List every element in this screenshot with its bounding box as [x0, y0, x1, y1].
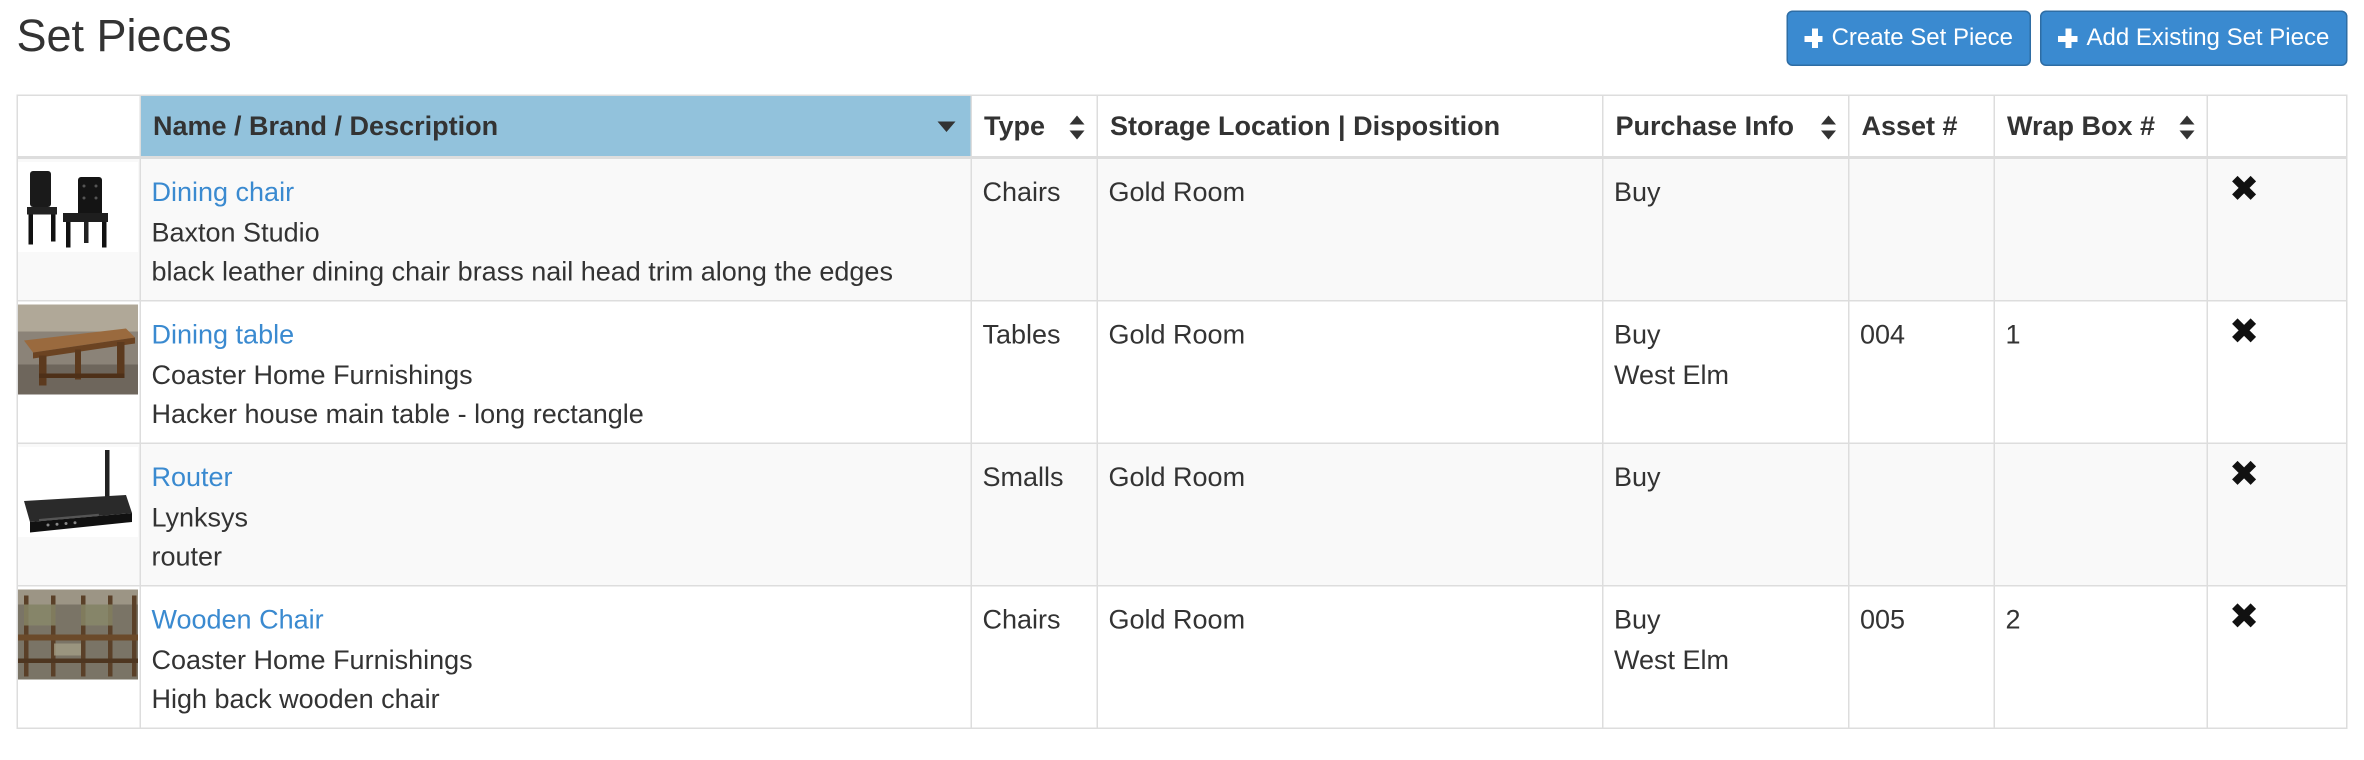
column-header-type-label: Type — [984, 110, 1046, 141]
page-title: Set Pieces — [16, 12, 232, 62]
column-header-actions — [2206, 94, 2348, 159]
table-row: Dining chair Baxton Studio black leather… — [16, 156, 2348, 302]
thumbnail-cell — [16, 442, 141, 587]
purchase-cell: Buy West Elm — [1602, 300, 1850, 444]
purchase-cell: Buy — [1602, 156, 1850, 302]
column-header-asset-label: Asset # — [1861, 110, 1958, 141]
purchase-type-text: Buy — [1614, 604, 1661, 635]
purchase-type-text: Buy — [1614, 319, 1661, 350]
thumbnail-cell — [16, 585, 141, 729]
column-header-wrapbox[interactable]: Wrap Box # — [1993, 94, 2208, 159]
purchase-type-text: Buy — [1614, 462, 1661, 492]
description-text: Hacker house main table - long rectangle — [151, 399, 644, 429]
name-cell: Wooden Chair Coaster Home Furnishings Hi… — [139, 585, 972, 729]
dining-chair-image — [18, 162, 138, 252]
create-set-piece-label: Create Set Piece — [1831, 25, 2013, 52]
wrapbox-cell — [1993, 156, 2208, 302]
asset-cell — [1848, 156, 1995, 302]
description-text: black leather dining chair brass nail he… — [151, 256, 893, 287]
brand-text: Baxton Studio — [151, 216, 320, 247]
wrapbox-cell — [1993, 442, 2208, 587]
name-cell: Dining chair Baxton Studio black leather… — [139, 156, 972, 302]
type-cell: Smalls — [970, 442, 1098, 587]
column-header-asset: Asset # — [1848, 94, 1995, 159]
table-row: Dining table Coaster Home Furnishings Ha… — [16, 300, 2348, 444]
wrapbox-cell: 1 — [1993, 300, 2208, 444]
table-row: Router Lynksys router Smalls Gold Room B… — [16, 442, 2348, 587]
purchase-cell: Buy — [1602, 442, 1850, 587]
column-header-purchase[interactable]: Purchase Info — [1602, 94, 1850, 159]
storage-cell: Gold Room — [1096, 156, 1604, 302]
column-header-storage-label: Storage Location | Disposition — [1110, 110, 1501, 141]
add-existing-set-piece-label: Add Existing Set Piece — [2086, 25, 2330, 52]
vendor-text: West Elm — [1614, 644, 1730, 675]
description-text: High back wooden chair — [151, 684, 440, 714]
wrapbox-cell: 2 — [1993, 585, 2208, 729]
set-pieces-table: Name / Brand / Description Type Storage … — [16, 94, 2348, 729]
column-header-image — [16, 94, 141, 159]
storage-cell: Gold Room — [1096, 585, 1604, 729]
type-cell: Chairs — [970, 585, 1098, 729]
name-cell: Router Lynksys router — [139, 442, 972, 587]
remove-icon[interactable]: ✖ — [2229, 457, 2336, 494]
dining-table-image — [18, 304, 138, 395]
set-piece-name-link[interactable]: Dining chair — [152, 173, 961, 213]
brand-text: Coaster Home Furnishings — [151, 644, 473, 675]
sort-icon — [1821, 115, 1836, 140]
add-existing-set-piece-button[interactable]: Add Existing Set Piece — [2040, 10, 2348, 66]
set-piece-name-link[interactable]: Router — [152, 458, 961, 498]
type-cell: Chairs — [970, 156, 1098, 302]
remove-icon[interactable]: ✖ — [2229, 172, 2336, 209]
brand-text: Coaster Home Furnishings — [151, 359, 473, 390]
actions-cell: ✖ — [2206, 442, 2348, 587]
purchase-cell: Buy West Elm — [1602, 585, 1850, 729]
column-header-wrapbox-label: Wrap Box # — [2007, 110, 2156, 141]
wooden-chair-image — [18, 589, 138, 680]
column-header-name-label: Name / Brand / Description — [153, 110, 499, 141]
table-header-row: Name / Brand / Description Type Storage … — [16, 94, 2348, 159]
description-text: router — [151, 541, 223, 572]
column-header-storage: Storage Location | Disposition — [1096, 94, 1604, 159]
actions-cell: ✖ — [2206, 585, 2348, 729]
asset-cell: 005 — [1848, 585, 1995, 729]
storage-cell: Gold Room — [1096, 300, 1604, 444]
name-cell: Dining table Coaster Home Furnishings Ha… — [139, 300, 972, 444]
thumbnail-cell — [16, 156, 141, 302]
column-header-name[interactable]: Name / Brand / Description — [139, 94, 972, 159]
router-image — [18, 447, 138, 537]
set-piece-name-link[interactable]: Dining table — [152, 315, 961, 355]
plus-icon — [2058, 28, 2078, 48]
sort-icon — [1069, 115, 1085, 140]
table-row: Wooden Chair Coaster Home Furnishings Hi… — [16, 585, 2348, 729]
column-header-purchase-label: Purchase Info — [1615, 110, 1795, 141]
set-piece-name-link[interactable]: Wooden Chair — [152, 600, 961, 640]
brand-text: Lynksys — [151, 501, 249, 532]
type-cell: Tables — [970, 300, 1098, 444]
purchase-type-text: Buy — [1614, 177, 1661, 207]
remove-icon[interactable]: ✖ — [2229, 314, 2336, 351]
sort-descending-icon — [937, 121, 956, 132]
actions-cell: ✖ — [2206, 300, 2348, 444]
asset-cell — [1848, 442, 1995, 587]
thumbnail-cell — [16, 300, 141, 444]
column-header-type[interactable]: Type — [970, 94, 1098, 159]
actions-cell: ✖ — [2206, 156, 2348, 302]
plus-icon — [1804, 28, 1823, 48]
vendor-text: West Elm — [1614, 359, 1730, 390]
remove-icon[interactable]: ✖ — [2229, 599, 2336, 636]
sort-icon — [2179, 115, 2195, 140]
storage-cell: Gold Room — [1096, 442, 1604, 587]
asset-cell: 004 — [1848, 300, 1995, 444]
create-set-piece-button[interactable]: Create Set Piece — [1786, 10, 2031, 66]
